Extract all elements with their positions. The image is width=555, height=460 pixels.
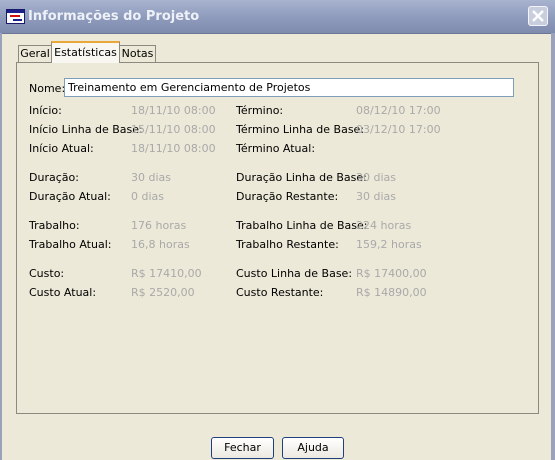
termino-value: 08/12/10 17:00 (356, 104, 441, 117)
window-border-right (551, 33, 555, 460)
window-border-left (0, 33, 2, 460)
window-title: Informações do Projeto (28, 9, 200, 24)
duracao-restante-value: 30 dias (356, 190, 397, 203)
trabalho-label: Trabalho: (29, 219, 80, 232)
name-label: Nome: (29, 82, 66, 95)
duracao-value: 30 dias (131, 171, 172, 184)
trabalho-atual-label: Trabalho Atual: (29, 238, 112, 251)
close-icon (532, 10, 544, 22)
trabalho-value: 176 horas (131, 219, 187, 232)
duracao-linha-base-label: Duração Linha de Base: (236, 171, 367, 184)
duracao-linha-base-value: 30 dias (356, 171, 397, 184)
trabalho-linha-base-value: 224 horas (356, 219, 412, 232)
inicio-atual-label: Início Atual: (29, 142, 94, 155)
duracao-label: Duração: (29, 171, 79, 184)
custo-label: Custo: (29, 267, 65, 280)
tab-notas[interactable]: Notas (119, 45, 156, 62)
trabalho-linha-base-label: Trabalho Linha de Base: (236, 219, 368, 232)
custo-atual-label: Custo Atual: (29, 286, 97, 299)
trabalho-restante-value: 159,2 horas (356, 238, 422, 251)
custo-restante-value: R$ 14890,00 (356, 286, 427, 299)
duracao-atual-value: 0 dias (131, 190, 165, 203)
tab-estatisticas[interactable]: Estatísticas (51, 41, 120, 63)
termino-linha-base-value: 03/12/10 17:00 (356, 123, 441, 136)
inicio-linha-base-label: Início Linha de Base: (29, 123, 143, 136)
ajuda-button[interactable]: Ajuda (282, 437, 344, 459)
termino-label: Término: (236, 104, 284, 117)
termino-linha-base-label: Término Linha de Base: (236, 123, 365, 136)
title-bar: Informações do Projeto (0, 0, 555, 34)
custo-value: R$ 17410,00 (131, 267, 202, 280)
duracao-atual-label: Duração Atual: (29, 190, 111, 203)
inicio-label: Início: (29, 104, 62, 117)
inicio-atual-value: 18/11/10 08:00 (131, 142, 216, 155)
inicio-value: 18/11/10 08:00 (131, 104, 216, 117)
duracao-restante-label: Duração Restante: (236, 190, 339, 203)
fechar-button[interactable]: Fechar (211, 437, 274, 459)
trabalho-atual-value: 16,8 horas (131, 238, 190, 251)
termino-atual-label: Término Atual: (236, 142, 316, 155)
custo-atual-value: R$ 2520,00 (131, 286, 195, 299)
name-field[interactable]: Treinamento em Gerenciamento de Projetos (64, 78, 514, 97)
custo-linha-base-label: Custo Linha de Base: (236, 267, 353, 280)
inicio-linha-base-value: 15/11/10 08:00 (131, 123, 216, 136)
tab-geral[interactable]: Geral (18, 45, 52, 62)
app-icon (6, 9, 25, 24)
custo-restante-label: Custo Restante: (236, 286, 324, 299)
trabalho-restante-label: Trabalho Restante: (236, 238, 339, 251)
custo-linha-base-value: R$ 17400,00 (356, 267, 427, 280)
close-window-button[interactable] (528, 6, 548, 26)
